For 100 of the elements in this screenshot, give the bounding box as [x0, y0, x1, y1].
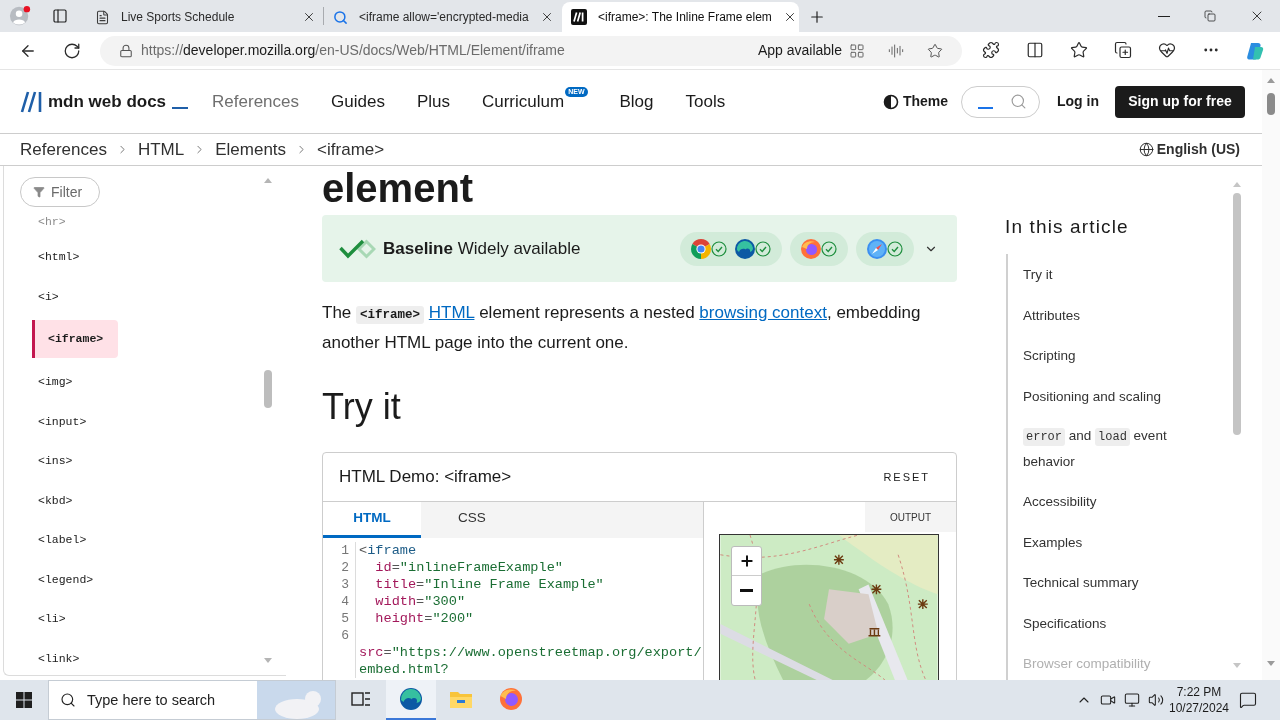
restore-icon[interactable]	[1204, 10, 1216, 22]
panel-icon[interactable]	[52, 8, 68, 24]
sidebar-link[interactable]: <legend>	[38, 570, 94, 588]
editor-tab[interactable]: CSS	[421, 502, 523, 538]
profile-icon[interactable]	[9, 5, 31, 27]
speech-bubble-icon[interactable]	[1239, 691, 1257, 709]
extensions-icon[interactable]	[982, 40, 1000, 59]
section-heading: Try it	[322, 387, 402, 427]
heart-pulse-icon[interactable]	[1158, 40, 1176, 59]
lock-icon	[119, 43, 133, 58]
browser-logo-icon	[867, 238, 887, 259]
intro-paragraph: The <iframe> HTML element represents a nested browsing context, embedding another HTML page into the current one.	[322, 302, 922, 354]
sidebar-link[interactable]: <li>	[38, 610, 66, 628]
star-icon[interactable]	[1070, 40, 1088, 59]
favorite-star-icon[interactable]	[927, 42, 943, 59]
theme-button[interactable]: Theme	[882, 91, 948, 112]
scrollbar-thumb[interactable]	[1233, 193, 1241, 435]
sidebar-link[interactable]: <img>	[38, 373, 73, 391]
copy-plus-icon[interactable]	[1114, 40, 1132, 59]
line-number: 2	[341, 559, 349, 576]
toc-link[interactable]: Scripting	[1023, 344, 1076, 368]
sidebar-link[interactable]: <kbd>	[38, 491, 73, 509]
m-logo-icon	[571, 9, 587, 25]
breadcrumb-link[interactable]: HTML	[137, 136, 185, 163]
text-link[interactable]: HTML	[428, 303, 475, 322]
nav-link[interactable]: Curriculum	[481, 88, 565, 115]
baseline-status-text: Baseline Widely available	[383, 237, 581, 260]
minimize-icon[interactable]	[1158, 15, 1170, 17]
home-logo-link[interactable]: mdn web docs	[20, 88, 189, 115]
browser-tab[interactable]: <iframe>: The Inline Frame elem	[562, 2, 799, 32]
code-line: width="300"	[374, 593, 466, 610]
browser-logo-icon	[801, 238, 821, 259]
theme-icon	[882, 93, 899, 110]
grid-icon[interactable]	[849, 42, 865, 59]
toc-link[interactable]: Positioning and scaling	[1023, 384, 1162, 408]
login-link[interactable]: Log in	[1057, 91, 1099, 112]
video-camera-icon[interactable]	[1100, 692, 1116, 708]
url-text: https://developer.mozilla.org/en-US/docs/Web/HTML/Element/iframe	[141, 41, 565, 60]
nav-link[interactable]: References	[212, 88, 299, 115]
scrollbar-thumb[interactable]	[264, 370, 272, 408]
close-tab-icon[interactable]	[540, 10, 554, 24]
sidebar-link[interactable]: <label>	[38, 531, 87, 549]
breadcrumb-link[interactable]: <iframe>	[317, 136, 385, 163]
split-screen-icon[interactable]	[1026, 40, 1044, 59]
date-text[interactable]: 10/27/2024	[1168, 700, 1230, 716]
text-link[interactable]: browsing context	[699, 303, 827, 322]
sidebar-link[interactable]: <iframe>	[32, 320, 118, 358]
sidebar-link[interactable]: <i>	[38, 287, 59, 305]
reset-button[interactable]: RESET	[883, 468, 930, 486]
code-line: <iframe	[359, 542, 417, 559]
nav-link[interactable]: Blog	[619, 88, 654, 115]
toc-link[interactable]: Examples	[1023, 530, 1083, 554]
volume-icon[interactable]	[1148, 692, 1164, 708]
editor-tab[interactable]: HTML	[323, 502, 421, 538]
nav-link[interactable]: Guides	[331, 88, 385, 115]
close-tab-icon[interactable]	[302, 10, 316, 24]
breadcrumb-link[interactable]: Elements	[215, 136, 287, 163]
breadcrumb-link[interactable]: References	[20, 136, 107, 163]
nav-link[interactable]: Tools	[685, 88, 726, 115]
browser-logo-icon	[399, 687, 423, 711]
sidebar-link[interactable]: <html>	[38, 248, 80, 266]
monitor-icon[interactable]	[1124, 692, 1140, 708]
sidebar-link[interactable]: <link>	[38, 649, 80, 667]
nav-link[interactable]: Plus	[416, 88, 450, 115]
toc-link[interactable]: Technical summary	[1023, 571, 1139, 595]
page-heading: element	[322, 166, 475, 210]
search-icon	[1010, 93, 1027, 110]
browser-tab[interactable]: <iframe allow='encrypted-media	[324, 2, 561, 32]
task-view-icon	[351, 690, 371, 708]
toc-link[interactable]: Attributes	[1023, 303, 1081, 327]
app-logo-icon[interactable]	[1245, 40, 1265, 61]
address-field[interactable]: https://developer.mozilla.org/en-US/docs/Web/HTML/Element/iframe App available	[100, 35, 962, 66]
app-available-text: App available	[757, 41, 842, 60]
line-number: 5	[341, 610, 349, 627]
time-text[interactable]: 7:22 PM	[1176, 684, 1222, 700]
sidebar-link[interactable]: <input>	[38, 412, 87, 430]
scroll-up-arrow-icon[interactable]	[1267, 78, 1275, 83]
toc-link[interactable]: Specifications	[1023, 611, 1107, 635]
output-label: OUTPUT	[865, 502, 956, 532]
code-line: src="https://www.openstreetmap.org/export/	[359, 644, 702, 661]
search-icon	[333, 9, 348, 25]
taskbar-app-button[interactable]	[386, 680, 436, 720]
toc-link[interactable]: Accessibility	[1023, 490, 1097, 514]
toc-link[interactable]: error and load event behavior	[1023, 424, 1188, 473]
reload-icon[interactable]	[63, 41, 81, 60]
sound-wave-icon[interactable]	[888, 42, 904, 59]
underline-mark-icon	[978, 106, 993, 109]
start-icon[interactable]	[16, 692, 32, 708]
browser-logo-icon	[735, 238, 755, 259]
code-line: height="200"	[374, 610, 474, 627]
sidebar-link[interactable]: <ins>	[38, 452, 73, 470]
language-button[interactable]: English (US)	[1138, 139, 1240, 160]
sidebar-link[interactable]: <hr>	[38, 213, 66, 231]
scroll-down-arrow-icon[interactable]	[1267, 661, 1275, 666]
plus-icon	[738, 553, 755, 569]
scrollbar-thumb[interactable]	[1267, 93, 1275, 115]
toc-link[interactable]: Try it	[1023, 263, 1053, 287]
signup-button[interactable]: Sign up for free	[1115, 85, 1245, 118]
browser-tab[interactable]: Live Sports Schedule	[86, 2, 323, 32]
new-tab-icon[interactable]	[808, 8, 826, 26]
